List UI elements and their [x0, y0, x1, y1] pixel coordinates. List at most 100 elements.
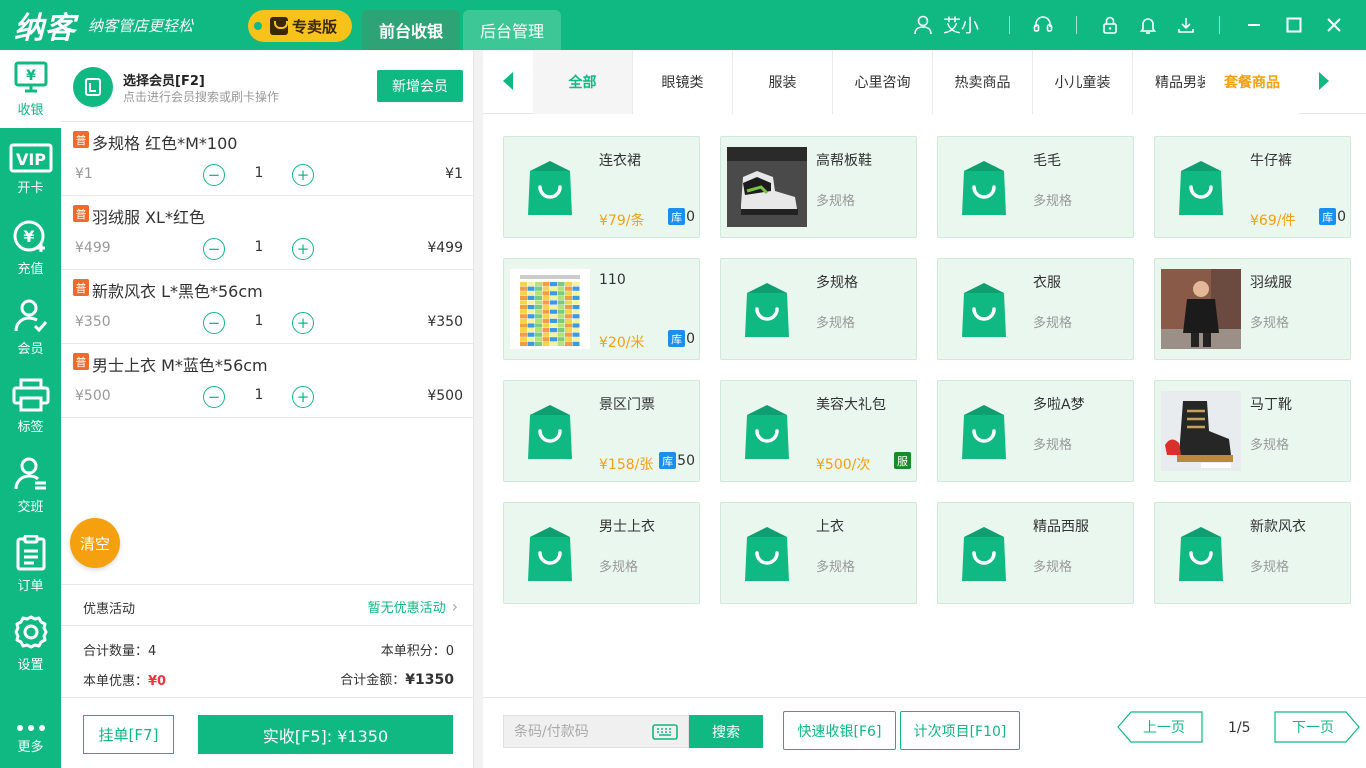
svg-text:¥: ¥ — [23, 227, 34, 246]
close-icon — [1327, 18, 1341, 32]
product-photo — [727, 147, 807, 227]
cart-item-qty[interactable]: 1 — [249, 239, 269, 255]
product-price: ¥79/条 — [599, 213, 645, 229]
hold-order-button[interactable]: 挂单[F7] — [83, 715, 174, 754]
count-items-button[interactable]: 计次项目[F10] — [900, 711, 1020, 750]
product-card[interactable]: 美容大礼包 ¥500/次 服 — [720, 380, 917, 482]
decrease-qty-button[interactable]: − — [203, 386, 225, 408]
category-item[interactable]: 小儿童装 — [1033, 50, 1133, 114]
cart-item-total: ¥1 — [445, 166, 463, 182]
clear-cart-button[interactable]: 清空 — [70, 518, 120, 568]
product-card[interactable]: 上衣 多规格 — [720, 502, 917, 604]
increase-qty-button[interactable]: + — [292, 164, 314, 186]
product-card[interactable]: 110 ¥20/米 库 0 — [503, 258, 700, 360]
cart-item-qty[interactable]: 1 — [249, 313, 269, 329]
product-stock: 库0 — [668, 208, 695, 225]
increase-qty-button[interactable]: + — [292, 238, 314, 260]
points-label: 本单积分： — [380, 644, 446, 659]
product-spec: 多规格 — [1250, 438, 1290, 453]
cart-item[interactable]: 普 羽绒服 XL*红色 ¥499 − 1 + ¥499 — [61, 196, 473, 270]
nav-order[interactable]: 订单 — [0, 525, 61, 603]
product-card[interactable]: 衣服 多规格 — [937, 258, 1134, 360]
quick-checkout-button[interactable]: 快速收银[F6] — [783, 711, 896, 750]
product-card[interactable]: 连衣裙 ¥79/条 库 0 — [503, 136, 700, 238]
user-icon — [914, 15, 932, 35]
cart-item[interactable]: 普 新款风衣 L*黑色*56cm ¥350 − 1 + ¥350 — [61, 270, 473, 344]
category-next-icon[interactable] — [1319, 72, 1329, 90]
minimize-button[interactable] — [1234, 0, 1274, 50]
brand-slogan: 纳客管店更轻松 — [88, 16, 194, 35]
product-card[interactable]: 高帮板鞋 多规格 — [720, 136, 917, 238]
product-name: 马丁靴 — [1250, 397, 1292, 413]
nav-label: 开卡 — [17, 180, 44, 196]
lock-icon[interactable] — [1097, 12, 1123, 38]
nav-open-card[interactable]: VIP 开卡 — [0, 130, 61, 208]
nav-member[interactable]: 会员 — [0, 288, 61, 366]
cart-item-qty[interactable]: 1 — [249, 387, 269, 403]
shopping-bag-icon — [727, 513, 807, 593]
category-item[interactable]: 热卖商品 — [933, 50, 1033, 114]
nav-label-print[interactable]: 标签 — [0, 367, 61, 445]
shopping-bag-icon — [727, 391, 807, 471]
cart-item-name: 多规格 红色*M*100 — [92, 134, 238, 153]
cart-item-total: ¥500 — [427, 388, 463, 404]
increase-qty-button[interactable]: + — [292, 386, 314, 408]
nav-cashier[interactable]: ¥ 收银 — [0, 50, 61, 128]
user-menu[interactable]: 艾小 — [913, 12, 979, 38]
order-summary: 合计数量：4 本单积分：0 本单优惠：¥0 合计金额：¥1350 — [61, 627, 474, 697]
cart-item[interactable]: 普 多规格 红色*M*100 ¥1 − 1 + ¥1 — [61, 122, 473, 196]
checkout-button[interactable]: 实收[F5]: ¥1350 — [198, 715, 453, 754]
member-selector[interactable]: 选择会员[F2] 点击进行会员搜索或刷卡操作 新增会员 — [61, 50, 473, 122]
shopping-bag-icon — [944, 147, 1024, 227]
category-all[interactable]: 全部 — [533, 50, 633, 114]
product-card[interactable]: 羽绒服 多规格 — [1154, 258, 1351, 360]
nav-more[interactable]: 更多 — [0, 710, 61, 768]
product-card[interactable]: 景区门票 ¥158/张库 50 — [503, 380, 700, 482]
add-member-button[interactable]: 新增会员 — [377, 70, 463, 102]
tab-back-office[interactable]: 后台管理 — [463, 10, 561, 50]
next-page-button[interactable]: 下一页 — [1274, 711, 1360, 743]
product-name: 110 — [599, 272, 626, 288]
category-item[interactable]: 心里咨询 — [833, 50, 933, 114]
keyboard-icon[interactable] — [652, 724, 678, 740]
top-bar: 纳客 纳客管店更轻松 专卖版 前台收银 后台管理 艾小 — [0, 0, 1366, 50]
nav-recharge[interactable]: ¥ 充值 — [0, 209, 61, 287]
product-card[interactable]: 多啦A梦 多规格 — [937, 380, 1134, 482]
product-card[interactable]: 新款风衣 多规格 — [1154, 502, 1351, 604]
decrease-qty-button[interactable]: − — [203, 312, 225, 334]
product-spec: 多规格 — [816, 194, 856, 209]
headset-icon[interactable] — [1030, 12, 1056, 38]
category-combo[interactable]: 套餐商品 — [1205, 50, 1299, 114]
cart-item-name: 羽绒服 XL*红色 — [92, 208, 205, 227]
download-icon[interactable] — [1173, 12, 1199, 38]
nav-settings[interactable]: 设置 — [0, 604, 61, 682]
category-item[interactable]: 服装 — [733, 50, 833, 114]
close-button[interactable] — [1314, 0, 1354, 50]
product-card[interactable]: 牛仔裤 ¥69/件 库 0 — [1154, 136, 1351, 238]
product-price: ¥500/次 — [816, 457, 871, 473]
maximize-button[interactable] — [1274, 0, 1314, 50]
decrease-qty-button[interactable]: − — [203, 238, 225, 260]
tab-front-cashier[interactable]: 前台收银 — [362, 10, 460, 50]
product-card[interactable]: 男士上衣 多规格 — [503, 502, 700, 604]
cart-item-price: ¥500 — [75, 388, 111, 404]
nav-label: 充值 — [17, 261, 44, 277]
decrease-qty-button[interactable]: − — [203, 164, 225, 186]
promotion-row[interactable]: 优惠活动 暂无优惠活动 › — [61, 584, 474, 626]
product-card[interactable]: 马丁靴 多规格 — [1154, 380, 1351, 482]
cart-item-qty[interactable]: 1 — [249, 165, 269, 181]
increase-qty-button[interactable]: + — [292, 312, 314, 334]
nav-shift[interactable]: 交班 — [0, 446, 61, 524]
search-button[interactable]: 搜索 — [689, 715, 763, 748]
product-card[interactable]: 毛毛 多规格 — [937, 136, 1134, 238]
product-spec: 多规格 — [1033, 438, 1073, 453]
bell-icon[interactable] — [1135, 12, 1161, 38]
product-card[interactable]: 精品西服 多规格 — [937, 502, 1134, 604]
category-item[interactable]: 眼镜类 — [633, 50, 733, 114]
product-stock: 库0 — [1319, 208, 1346, 225]
category-prev-icon[interactable] — [503, 72, 513, 90]
product-card[interactable]: 多规格 多规格 — [720, 258, 917, 360]
cart-item[interactable]: 普 男士上衣 M*蓝色*56cm ¥500 − 1 + ¥500 — [61, 344, 473, 418]
prev-page-button[interactable]: 上一页 — [1117, 711, 1203, 743]
barcode-input[interactable] — [504, 716, 644, 747]
